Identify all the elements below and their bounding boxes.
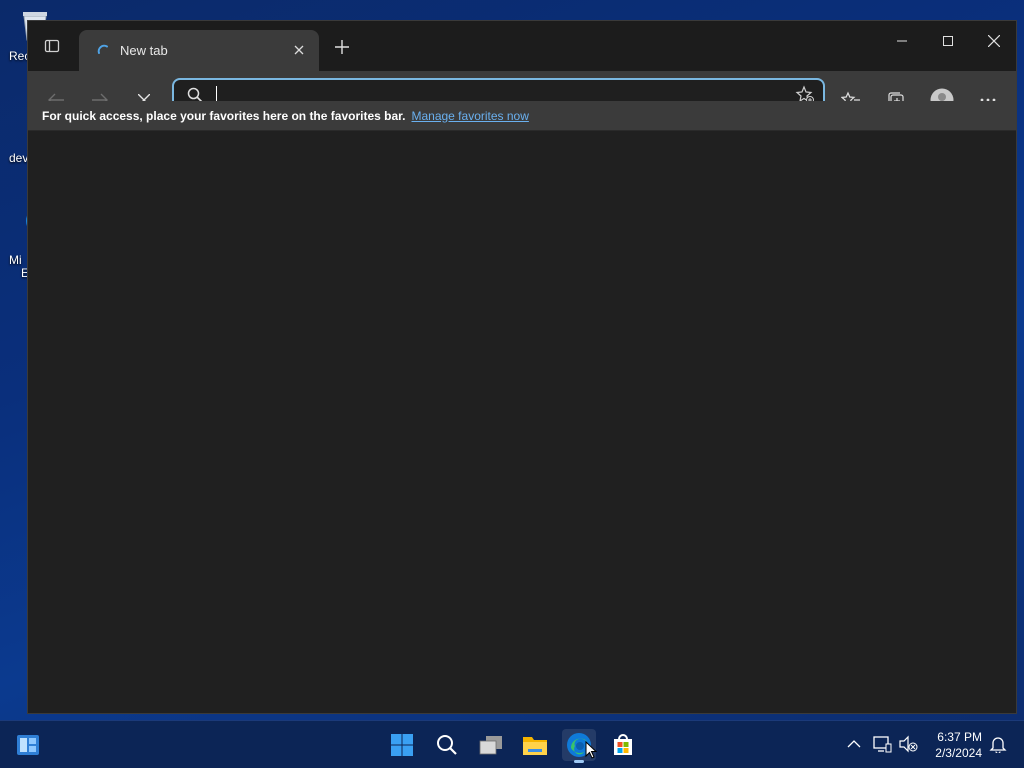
taskbar: 6:37 PM 2/3/2024 — [0, 720, 1024, 768]
store-button[interactable] — [606, 729, 640, 761]
notifications-button[interactable] — [987, 733, 1009, 755]
system-clock[interactable]: 6:37 PM 2/3/2024 — [935, 729, 982, 761]
title-bar: New tab — [28, 21, 1016, 71]
clock-date: 2/3/2024 — [935, 746, 982, 760]
taskbar-search-button[interactable] — [430, 729, 464, 761]
tab-new-tab[interactable]: New tab — [79, 30, 319, 71]
notification-bell-icon — [989, 737, 1007, 753]
chevron-up-icon — [847, 740, 861, 748]
favorites-bar-message: For quick access, place your favorites h… — [42, 108, 406, 123]
manage-favorites-link[interactable]: Manage favorites now — [411, 109, 528, 123]
browser-window: New tab For quick access, place your fav… — [27, 20, 1017, 714]
maximize-button[interactable] — [925, 21, 971, 61]
volume-button[interactable] — [897, 733, 919, 755]
favorites-bar: For quick access, place your favorites h… — [28, 101, 1016, 131]
network-button[interactable] — [871, 733, 893, 755]
maximize-icon — [943, 36, 953, 46]
volume-muted-icon — [899, 735, 918, 753]
plus-icon — [335, 40, 349, 54]
loading-spinner-icon — [97, 44, 108, 54]
task-view-icon — [479, 736, 502, 755]
widgets-button[interactable] — [11, 729, 45, 761]
tab-actions-icon — [44, 39, 60, 53]
clock-time: 6:37 PM — [937, 730, 982, 744]
network-icon — [873, 736, 892, 753]
new-tab-button[interactable] — [330, 35, 354, 59]
task-view-button[interactable] — [474, 729, 508, 761]
widgets-icon — [17, 735, 39, 755]
minimize-button[interactable] — [879, 21, 925, 61]
store-icon — [614, 734, 632, 755]
tab-title: New tab — [120, 43, 168, 58]
page-content[interactable] — [28, 132, 1016, 713]
close-icon — [988, 35, 1000, 47]
minimize-icon — [897, 40, 907, 42]
search-icon — [437, 735, 457, 755]
window-close-button[interactable] — [971, 21, 1017, 61]
start-button[interactable] — [385, 729, 419, 761]
start-icon — [391, 734, 413, 756]
tab-close-button[interactable] — [291, 42, 307, 58]
tab-actions-button[interactable] — [39, 33, 65, 59]
mouse-cursor-icon — [585, 741, 597, 759]
close-icon — [294, 45, 304, 55]
file-explorer-button[interactable] — [518, 729, 552, 761]
file-explorer-icon — [523, 737, 547, 755]
show-hidden-icons-button[interactable] — [843, 733, 865, 755]
